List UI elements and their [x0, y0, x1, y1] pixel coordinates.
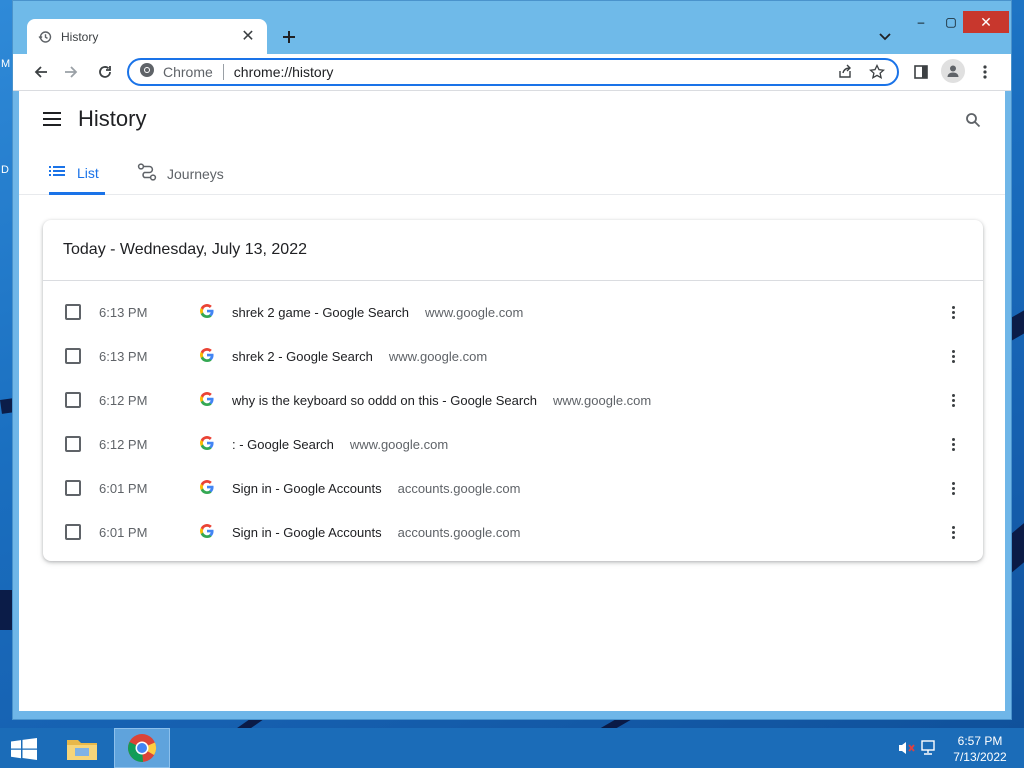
- entry-title[interactable]: Sign in - Google Accounts: [232, 525, 382, 540]
- clock-date: 7/13/2022: [953, 750, 1007, 764]
- new-tab-plus-icon[interactable]: [277, 25, 301, 49]
- entry-checkbox[interactable]: [65, 348, 81, 364]
- entry-link[interactable]: Sign in - Google Accounts accounts.google…: [232, 481, 520, 496]
- history-header: History List Journeys: [19, 91, 1005, 195]
- tab-journeys-label: Journeys: [167, 166, 224, 182]
- browser-window: History ✕ – ▢ ✕ Chrome chrome://history …: [12, 0, 1012, 720]
- system-clock[interactable]: 6:57 PM 7/13/2022: [944, 733, 1016, 765]
- entry-link[interactable]: shrek 2 - Google Search www.google.com: [232, 349, 487, 364]
- history-entry-row[interactable]: 6:13 PM shrek 2 - Google Search www.google…: [43, 334, 983, 378]
- google-favicon-icon: [200, 436, 216, 452]
- history-entry-list: 6:13 PM shrek 2 game - Google Search www.g…: [43, 281, 983, 554]
- entry-time: 6:01 PM: [99, 480, 148, 496]
- desktop-icon-label[interactable]: M: [1, 58, 10, 70]
- list-icon: [49, 164, 65, 182]
- network-icon[interactable]: [920, 740, 938, 756]
- entry-link[interactable]: Sign in - Google Accounts accounts.google…: [232, 525, 520, 540]
- forward-arrow-icon[interactable]: [59, 60, 83, 84]
- file-explorer-icon[interactable]: [54, 728, 110, 768]
- entry-domain: www.google.com: [349, 436, 449, 452]
- entry-domain: accounts.google.com: [397, 480, 521, 496]
- google-favicon-icon: [200, 304, 216, 320]
- omnibox-chip: Chrome: [163, 64, 213, 80]
- url-text[interactable]: chrome://history: [234, 64, 833, 80]
- windows-start-icon[interactable]: [10, 738, 38, 760]
- browser-tab-history[interactable]: History ✕: [27, 19, 267, 55]
- search-icon[interactable]: [961, 108, 985, 132]
- maximize-button[interactable]: ▢: [941, 11, 961, 33]
- day-header: Today - Wednesday, July 13, 2022: [43, 220, 983, 281]
- profile-avatar-icon[interactable]: [941, 59, 965, 83]
- entry-more-actions-icon[interactable]: [943, 522, 963, 542]
- entry-link[interactable]: : - Google Search www.google.com: [232, 437, 448, 452]
- entry-domain: www.google.com: [388, 348, 488, 364]
- volume-muted-icon[interactable]: [898, 740, 916, 756]
- entry-title[interactable]: why is the keyboard so oddd on this - Go…: [232, 393, 537, 408]
- omnibox-divider: [222, 64, 224, 80]
- history-entry-row[interactable]: 6:12 PM why is the keyboard so oddd on th…: [43, 378, 983, 422]
- google-favicon-icon: [200, 480, 216, 496]
- history-entry-row[interactable]: 6:13 PM shrek 2 game - Google Search www.g…: [43, 290, 983, 334]
- entry-time: 6:13 PM: [99, 348, 148, 364]
- entry-checkbox[interactable]: [65, 480, 81, 496]
- entry-more-actions-icon[interactable]: [943, 346, 963, 366]
- entry-title[interactable]: shrek 2 - Google Search: [232, 349, 373, 364]
- minimize-button[interactable]: –: [911, 11, 931, 33]
- tab-journeys[interactable]: Journeys: [137, 153, 224, 195]
- chrome-icon[interactable]: [114, 728, 170, 768]
- reload-icon[interactable]: [93, 60, 117, 84]
- entry-more-actions-icon[interactable]: [943, 434, 963, 454]
- entry-link[interactable]: why is the keyboard so oddd on this - Go…: [232, 393, 651, 408]
- history-page: History List Journeys Today - Wednesday,…: [19, 91, 1005, 711]
- google-favicon-icon: [200, 348, 216, 364]
- close-tab-icon[interactable]: ✕: [239, 28, 257, 46]
- entry-checkbox[interactable]: [65, 436, 81, 452]
- entry-checkbox[interactable]: [65, 392, 81, 408]
- entry-domain: www.google.com: [552, 392, 652, 408]
- entry-time: 6:01 PM: [99, 524, 148, 540]
- tab-title: History: [61, 30, 99, 44]
- history-entry-row[interactable]: 6:01 PM Sign in - Google Accounts accounts…: [43, 510, 983, 554]
- kebab-menu-icon[interactable]: [973, 60, 997, 84]
- history-entry-row[interactable]: 6:01 PM Sign in - Google Accounts accounts…: [43, 466, 983, 510]
- entry-time: 6:12 PM: [99, 436, 148, 452]
- entry-more-actions-icon[interactable]: [943, 302, 963, 322]
- desktop-icon-label[interactable]: D: [1, 164, 9, 176]
- entry-link[interactable]: shrek 2 game - Google Search www.google.c…: [232, 305, 523, 320]
- entry-time: 6:13 PM: [99, 304, 148, 320]
- google-favicon-icon: [200, 524, 216, 540]
- taskbar: 6:57 PM 7/13/2022: [0, 728, 1024, 768]
- history-day-card: Today - Wednesday, July 13, 2022 6:13 PM…: [43, 220, 983, 561]
- chrome-logo-icon: [139, 62, 155, 83]
- entry-checkbox[interactable]: [65, 524, 81, 540]
- tab-search-chevron-icon[interactable]: [875, 27, 895, 47]
- share-icon[interactable]: [833, 60, 857, 84]
- tab-strip: History ✕ – ▢ ✕: [13, 1, 1011, 55]
- close-window-button[interactable]: ✕: [963, 11, 1009, 33]
- back-arrow-icon[interactable]: [29, 60, 53, 84]
- clock-time: 6:57 PM: [957, 734, 1003, 748]
- entry-title[interactable]: : - Google Search: [232, 437, 334, 452]
- entry-domain: www.google.com: [425, 304, 524, 320]
- google-favicon-icon: [200, 392, 216, 408]
- journeys-icon: [137, 162, 157, 186]
- entry-more-actions-icon[interactable]: [943, 390, 963, 410]
- side-panel-icon[interactable]: [909, 60, 933, 84]
- history-icon: [37, 29, 53, 45]
- hamburger-menu-icon[interactable]: [43, 109, 63, 129]
- entry-time: 6:12 PM: [99, 392, 148, 408]
- entry-more-actions-icon[interactable]: [943, 478, 963, 498]
- entry-title[interactable]: shrek 2 game - Google Search: [232, 305, 409, 320]
- bookmark-star-icon[interactable]: [865, 60, 889, 84]
- tab-list-label: List: [77, 164, 99, 181]
- page-title: History: [78, 106, 147, 131]
- address-bar[interactable]: Chrome chrome://history: [127, 58, 899, 86]
- entry-checkbox[interactable]: [65, 304, 81, 320]
- browser-toolbar: Chrome chrome://history: [13, 54, 1011, 91]
- tab-list[interactable]: List: [49, 153, 105, 195]
- entry-title[interactable]: Sign in - Google Accounts: [232, 481, 382, 496]
- history-entry-row[interactable]: 6:12 PM : - Google Search www.google.com: [43, 422, 983, 466]
- entry-domain: accounts.google.com: [397, 524, 521, 540]
